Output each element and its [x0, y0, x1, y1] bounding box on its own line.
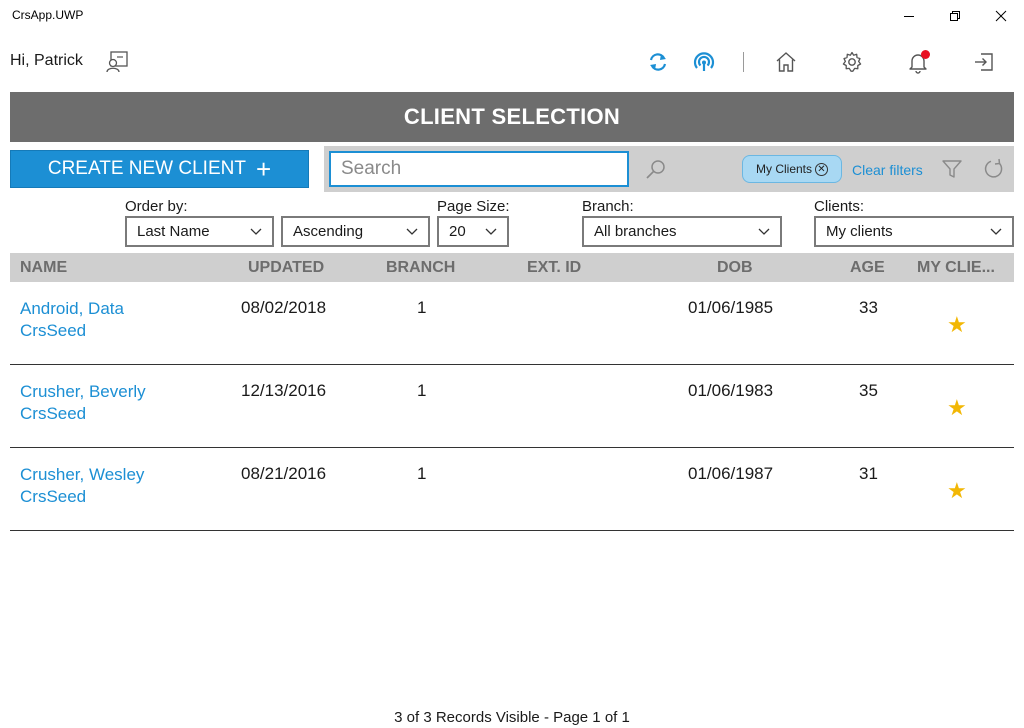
filter-icon [942, 160, 962, 178]
column-header-updated[interactable]: UPDATED [248, 259, 324, 277]
header-divider [743, 52, 744, 72]
minimize-icon [904, 16, 914, 17]
updated-date: 08/21/2016 [241, 464, 327, 483]
profile-switch-icon [106, 51, 128, 73]
close-button[interactable] [978, 0, 1024, 32]
client-name-link[interactable]: Android, Data CrsSeed [20, 298, 124, 342]
logout-button[interactable] [971, 49, 997, 75]
page-size-value: 20 [449, 223, 466, 240]
dob-value: 01/06/1987 [688, 464, 774, 483]
clients-select[interactable]: My clients [814, 216, 1014, 247]
column-header-dob[interactable]: DOB [717, 259, 753, 277]
dob-value: 01/06/1985 [688, 298, 774, 317]
client-seed: CrsSeed [20, 487, 87, 506]
settings-button[interactable] [839, 49, 865, 75]
notifications-button[interactable] [905, 49, 931, 75]
search-input[interactable] [329, 151, 629, 187]
chevron-down-icon [758, 228, 770, 235]
chevron-down-icon [406, 228, 418, 235]
column-header-age[interactable]: AGE [850, 259, 885, 277]
table-row[interactable]: Crusher, Wesley CrsSeed 08/21/2016 1 01/… [10, 448, 1014, 531]
create-new-client-button[interactable]: CREATE NEW CLIENT + [10, 150, 309, 188]
pagination-status: 3 of 3 Records Visible - Page 1 of 1 [394, 709, 630, 726]
page-banner: CLIENT SELECTION [10, 92, 1014, 142]
my-client-star-icon[interactable]: ★ [947, 478, 967, 504]
branch-value: 1 [417, 298, 427, 317]
page-size-select[interactable]: 20 [437, 216, 509, 247]
home-button[interactable] [773, 49, 799, 75]
plus-icon: + [255, 154, 272, 184]
column-header-branch[interactable]: BRANCH [386, 259, 455, 277]
dob-value: 01/06/1983 [688, 381, 774, 400]
app-title: CrsApp.UWP [12, 8, 84, 22]
branch-label: Branch: [582, 198, 634, 215]
table-row[interactable]: Crusher, Beverly CrsSeed 12/13/2016 1 01… [10, 365, 1014, 448]
clear-filters-link[interactable]: Clear filters [852, 162, 923, 178]
branch-value: 1 [417, 464, 427, 483]
client-seed: CrsSeed [20, 404, 87, 423]
my-client-star-icon[interactable]: ★ [947, 312, 967, 338]
broadcast-button[interactable] [691, 49, 717, 75]
logout-icon [975, 53, 993, 71]
branch-value: All branches [594, 223, 677, 240]
client-name-link[interactable]: Crusher, Wesley CrsSeed [20, 464, 144, 508]
create-new-client-label: CREATE NEW CLIENT [47, 158, 246, 179]
search-icon [646, 160, 665, 179]
sort-direction-value: Ascending [293, 223, 364, 240]
sync-button[interactable] [645, 49, 671, 75]
page-size-label: Page Size: [437, 198, 510, 215]
order-by-value: Last Name [137, 223, 210, 240]
restore-icon [950, 11, 960, 21]
chevron-down-icon [485, 228, 497, 235]
chevron-down-icon [990, 228, 1002, 235]
column-header-ext-id[interactable]: EXT. ID [527, 259, 581, 277]
sort-direction-select[interactable]: Ascending [281, 216, 430, 247]
clients-label: Clients: [814, 198, 865, 215]
search-button[interactable] [642, 156, 670, 184]
broadcast-icon [693, 52, 715, 71]
age-value: 31 [859, 464, 878, 483]
chevron-down-icon [250, 228, 262, 235]
order-by-label: Order by: [125, 198, 188, 215]
sync-icon [649, 53, 667, 71]
column-header-name[interactable]: NAME [20, 259, 67, 277]
refresh-button[interactable] [981, 156, 1007, 182]
table-header: NAME UPDATED BRANCH EXT. ID DOB AGE MY C… [10, 253, 1014, 282]
home-icon [776, 52, 796, 72]
client-name-link[interactable]: Crusher, Beverly CrsSeed [20, 381, 146, 425]
branch-value: 1 [417, 381, 427, 400]
profile-switch-button[interactable] [104, 49, 130, 75]
table-row[interactable]: Android, Data CrsSeed 08/02/2018 1 01/06… [10, 282, 1014, 365]
updated-date: 08/02/2018 [241, 298, 327, 317]
my-clients-filter-chip[interactable]: My Clients ✕ [742, 155, 842, 183]
column-header-my-clients[interactable]: MY CLIE... [917, 259, 995, 277]
notification-badge [921, 50, 930, 59]
updated-date: 12/13/2016 [241, 381, 327, 400]
client-seed: CrsSeed [20, 321, 87, 340]
my-client-star-icon[interactable]: ★ [947, 395, 967, 421]
filter-chip-label: My Clients [755, 162, 812, 176]
filter-button[interactable] [939, 156, 965, 182]
refresh-icon [984, 158, 1003, 178]
age-value: 35 [859, 381, 878, 400]
remove-filter-icon[interactable]: ✕ [815, 162, 828, 176]
clients-value: My clients [826, 223, 893, 240]
close-icon [995, 10, 1007, 22]
client-name: Crusher, Wesley [20, 465, 145, 484]
page-title: CLIENT SELECTION [403, 104, 621, 129]
age-value: 33 [859, 298, 878, 317]
minimize-button[interactable] [886, 0, 932, 32]
client-name: Android, Data [20, 299, 124, 318]
order-by-select[interactable]: Last Name [125, 216, 274, 247]
restore-button[interactable] [932, 0, 978, 32]
title-bar: CrsApp.UWP [0, 0, 1024, 32]
search-filter-bar: My Clients ✕ Clear filters [324, 146, 1014, 192]
client-name: Crusher, Beverly [20, 382, 146, 401]
user-greeting: Hi, Patrick [10, 52, 83, 69]
gear-icon [842, 51, 862, 72]
branch-select[interactable]: All branches [582, 216, 782, 247]
